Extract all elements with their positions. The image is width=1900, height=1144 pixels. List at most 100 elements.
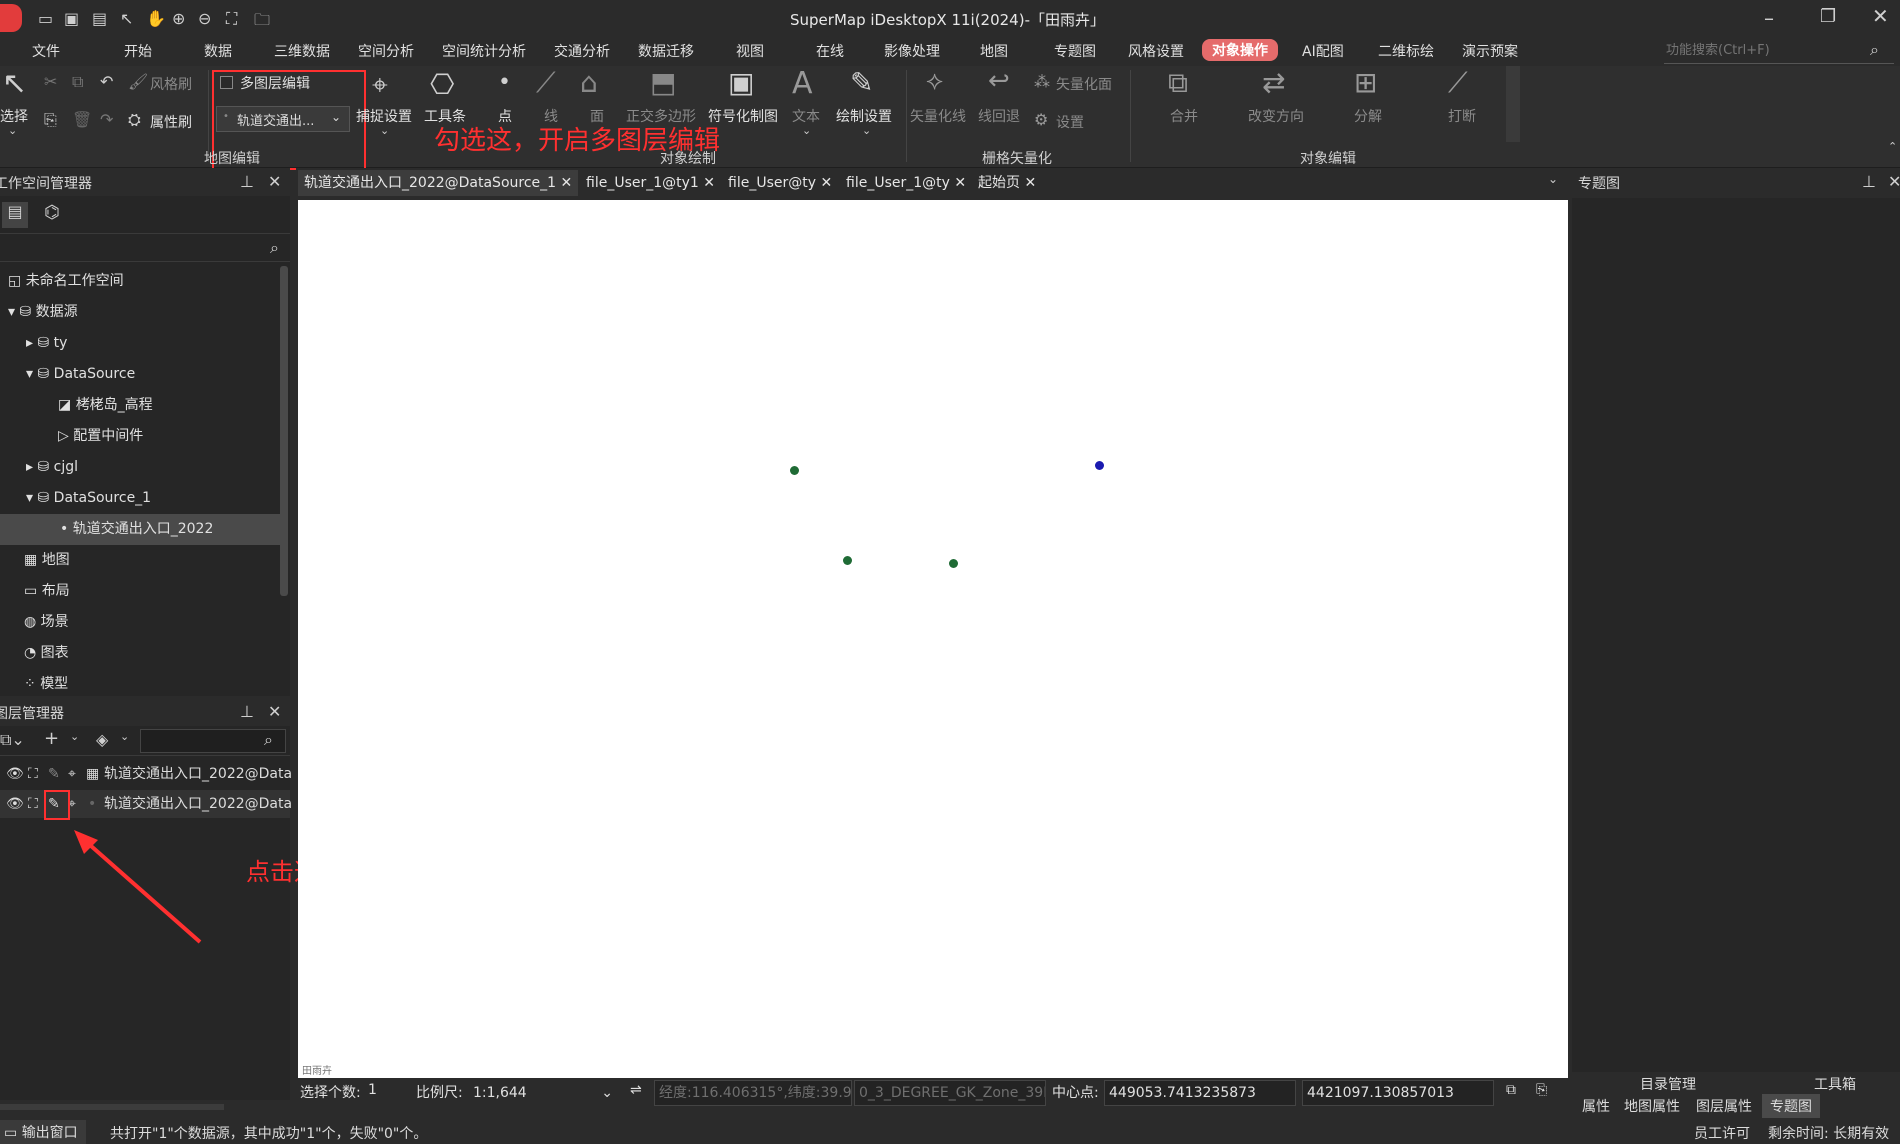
collapse-icon[interactable]: ▸ <box>26 459 37 475</box>
tree-item-layouts[interactable]: ▭ 布局 <box>0 576 280 607</box>
map-point[interactable] <box>949 559 958 568</box>
tree-item-datasource[interactable]: ▾ ⛁ DataSource <box>0 359 280 390</box>
menu-3d-data[interactable]: 三维数据 <box>274 41 330 61</box>
map-point[interactable] <box>843 556 852 565</box>
workspace-scrollbar[interactable] <box>280 266 288 596</box>
vectorize-line-button[interactable]: 矢量化线 <box>910 106 966 126</box>
layer-select-icon[interactable]: ⧉⌄ <box>0 730 25 750</box>
close-icon[interactable]: ✕ <box>268 172 281 191</box>
tree-item-elevation[interactable]: ◪ 栲栳岛_高程 <box>0 390 280 421</box>
menu-thematic-map[interactable]: 专题图 <box>1054 41 1096 61</box>
line-button[interactable]: 线 <box>544 106 558 126</box>
close-icon[interactable]: ✕ <box>561 175 573 191</box>
menu-image-processing[interactable]: 影像处理 <box>884 41 940 61</box>
chevron-down-icon[interactable]: ⌄ <box>862 124 871 137</box>
vectorize-line-icon[interactable]: ⟡ <box>926 66 943 97</box>
pan-icon[interactable]: ✋ <box>146 9 166 28</box>
line-undo-button[interactable]: 线回退 <box>978 106 1020 126</box>
chevron-down-icon[interactable]: ⌄ <box>120 730 129 743</box>
tree-item-metro-entrances[interactable]: • 轨道交通出入口_2022 <box>0 514 280 545</box>
copy-icon[interactable]: ⧉ <box>72 72 83 92</box>
select-button[interactable]: 选择 <box>0 106 28 126</box>
paste-icon[interactable]: ⎘ <box>44 110 57 130</box>
point-icon[interactable]: • <box>498 70 511 95</box>
chevron-down-icon[interactable]: ⌄ <box>70 730 79 743</box>
tree-item-charts[interactable]: ◔ 图表 <box>0 638 280 669</box>
full-extent-icon[interactable]: ⛶ <box>226 9 237 29</box>
change-direction-icon[interactable]: ⇄ <box>1262 66 1285 99</box>
snap-settings-button[interactable]: 捕捉设置 <box>356 106 412 126</box>
restore-icon[interactable]: ❐ <box>1820 6 1836 27</box>
menu-data-migration[interactable]: 数据迁移 <box>638 41 694 61</box>
pin-icon[interactable]: ⊥ <box>1862 172 1876 191</box>
close-icon[interactable]: ✕ <box>1872 4 1889 28</box>
close-icon[interactable]: ✕ <box>820 175 832 191</box>
center-x-field[interactable]: 449053.7413235873 <box>1104 1080 1296 1106</box>
redo-icon[interactable]: ↷ <box>100 110 113 129</box>
line-icon[interactable]: ⟋ <box>536 66 556 100</box>
menu-spatial-stats[interactable]: 空间统计分析 <box>442 41 526 61</box>
close-icon[interactable]: ✕ <box>1888 172 1900 191</box>
tab-toolbox[interactable]: 工具箱 <box>1814 1074 1856 1094</box>
merge-button[interactable]: 合并 <box>1170 106 1198 126</box>
visible-icon[interactable]: 👁 <box>6 790 24 818</box>
snap-settings-icon[interactable]: ⌖ <box>372 68 388 102</box>
menu-ai-mapping[interactable]: AI配图 <box>1302 41 1344 61</box>
draw-settings-button[interactable]: 绘制设置 <box>836 106 892 126</box>
selectable-icon[interactable]: ⛶ <box>28 760 38 788</box>
style-brush-button[interactable]: 风格刷 <box>150 74 192 94</box>
chevron-down-icon[interactable]: ⌄ <box>802 124 811 137</box>
break-icon[interactable]: ⟋ <box>1448 66 1468 100</box>
snap-icon[interactable]: ⌖ <box>68 760 76 788</box>
menu-spatial-analysis[interactable]: 空间分析 <box>358 41 414 61</box>
zoom-out-icon[interactable]: ⊖ <box>198 9 211 28</box>
tree-item-datasource-1[interactable]: ▾ ⛁ DataSource_1 <box>0 483 280 514</box>
vectorize-polygon-icon[interactable]: ⁂ <box>1034 72 1050 91</box>
tree-item-middleware[interactable]: ▷ 配置中间件 <box>0 421 280 452</box>
visible-icon[interactable]: 👁 <box>6 760 24 788</box>
decompose-button[interactable]: 分解 <box>1354 106 1382 126</box>
chevron-up-icon[interactable]: ⌃ <box>1888 140 1897 153</box>
pointer-icon[interactable]: ↖ <box>120 9 133 28</box>
map-point[interactable] <box>1095 461 1104 470</box>
tree-item-workspace[interactable]: ◱ 未命名工作空间 <box>0 266 280 297</box>
save-icon[interactable]: ▣ <box>64 9 79 28</box>
attr-brush-button[interactable]: 属性刷 <box>150 112 192 132</box>
pin-icon[interactable]: ⊥ <box>240 172 254 191</box>
tree-item-cjgl[interactable]: ▸ ⛁ cjgl <box>0 452 280 483</box>
tab-metro-entrances[interactable]: 轨道交通出入口_2022@DataSource_1 ✕ <box>298 170 579 196</box>
zoom-in-icon[interactable]: ⊕ <box>172 9 185 28</box>
tab-file-user-1-ty1[interactable]: file_User_1@ty1 ✕ <box>580 170 721 196</box>
search-icon[interactable]: ⌕ <box>264 730 273 750</box>
chevron-down-icon[interactable]: ⌄ <box>8 124 17 137</box>
tab-start-page[interactable]: 起始页 ✕ <box>972 170 1042 196</box>
feature-search-input[interactable] <box>1664 38 1864 62</box>
workspace-view-icon[interactable]: ▤ <box>2 202 28 228</box>
swap-icon[interactable]: ⇌ <box>630 1082 642 1098</box>
menu-2d-plotting[interactable]: 二维标绘 <box>1378 41 1434 61</box>
tab-properties[interactable]: 属性 <box>1582 1096 1610 1116</box>
text-button[interactable]: 文本 <box>792 106 820 126</box>
tab-map-properties[interactable]: 地图属性 <box>1624 1096 1680 1116</box>
workspace-filter[interactable]: ⌕ <box>0 234 290 262</box>
merge-icon[interactable]: ⧉ <box>1168 66 1188 100</box>
tab-catalog[interactable]: 目录管理 <box>1640 1074 1696 1094</box>
tree-item-maps[interactable]: ▦ 地图 <box>0 545 280 576</box>
menu-online[interactable]: 在线 <box>816 41 844 61</box>
tree-item-scenes[interactable]: ◍ 场景 <box>0 607 280 638</box>
search-icon[interactable]: ⌕ <box>270 238 279 258</box>
menu-demo-plan[interactable]: 演示预案 <box>1462 41 1518 61</box>
layers-icon[interactable]: ◈ <box>96 730 108 749</box>
new-icon[interactable]: ▭ <box>38 9 53 28</box>
save-all-icon[interactable]: ▤ <box>92 9 107 28</box>
select-arrow-icon[interactable]: ↖ <box>2 66 27 101</box>
undo-icon[interactable]: ↶ <box>100 72 113 91</box>
ribbon-scrollbar[interactable] <box>1506 66 1520 142</box>
cut-icon[interactable]: ✂ <box>44 72 57 91</box>
scale-select[interactable]: 1:1,644 ⌄ <box>468 1080 618 1106</box>
tab-thematic[interactable]: 专题图 <box>1762 1094 1820 1118</box>
close-icon[interactable]: ✕ <box>703 175 715 191</box>
polygon-button[interactable]: 面 <box>590 106 604 126</box>
line-undo-icon[interactable]: ↩ <box>988 66 1010 96</box>
copy-icon[interactable]: ⧉ <box>1506 1082 1516 1098</box>
